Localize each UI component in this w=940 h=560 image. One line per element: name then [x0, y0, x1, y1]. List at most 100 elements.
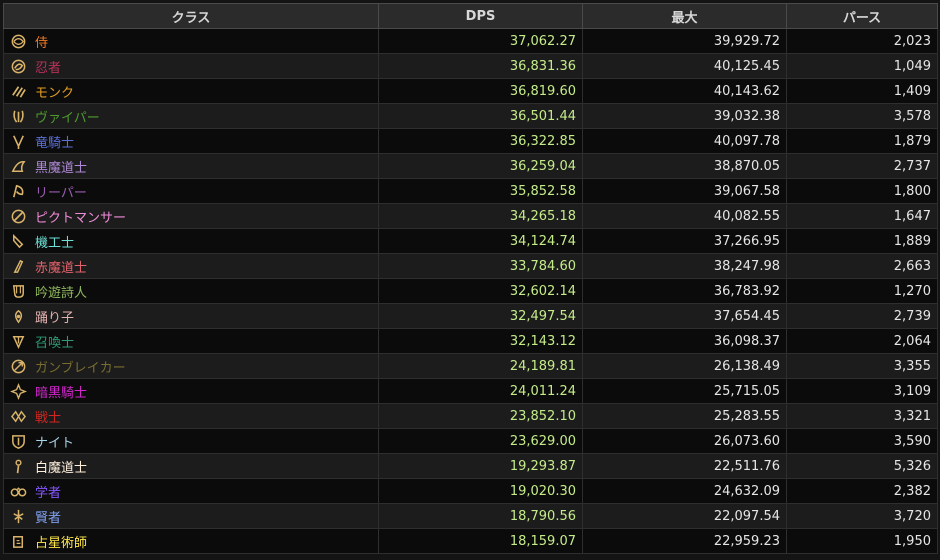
class-name[interactable]: 忍者 [35, 61, 61, 76]
max-cell: 39,032.38 [582, 103, 787, 129]
table-row[interactable]: 赤魔道士 33,784.60 38,247.98 2,663 [3, 253, 938, 279]
class-name[interactable]: リーパー [35, 186, 87, 201]
table-row[interactable]: 黒魔道士 36,259.04 38,870.05 2,737 [3, 153, 938, 179]
class-name[interactable]: ピクトマンサー [35, 211, 126, 226]
reaper-icon [10, 183, 27, 200]
class-name[interactable]: ナイト [35, 436, 74, 451]
class-name[interactable]: 黒魔道士 [35, 161, 87, 176]
paladin-icon [10, 433, 27, 450]
parses-cell: 1,879 [786, 128, 938, 154]
table-row[interactable]: ヴァイパー 36,501.44 39,032.38 3,578 [3, 103, 938, 129]
table-row[interactable]: ナイト 23,629.00 26,073.60 3,590 [3, 428, 938, 454]
dps-cell: 33,784.60 [378, 253, 583, 279]
class-cell: 賢者 [3, 503, 379, 529]
parses-cell: 1,889 [786, 228, 938, 254]
header-class[interactable]: クラス [3, 3, 379, 29]
class-name[interactable]: 侍 [35, 36, 48, 51]
black-mage-icon [10, 158, 27, 175]
table-row[interactable]: 侍 37,062.27 39,929.72 2,023 [3, 28, 938, 54]
class-cell: ナイト [3, 428, 379, 454]
job-dps-table: クラス DPS 最大 パース 侍 37,062.27 39,929.72 2,023 忍… [3, 3, 938, 554]
class-cell: 黒魔道士 [3, 153, 379, 179]
class-name[interactable]: 赤魔道士 [35, 261, 87, 276]
dps-cell: 36,501.44 [378, 103, 583, 129]
dps-cell: 32,143.12 [378, 328, 583, 354]
class-name[interactable]: モンク [35, 86, 74, 101]
table-row[interactable]: 竜騎士 36,322.85 40,097.78 1,879 [3, 128, 938, 154]
class-cell: 赤魔道士 [3, 253, 379, 279]
class-name[interactable]: 占星術師 [35, 536, 87, 551]
parses-cell: 2,663 [786, 253, 938, 279]
parses-cell: 3,321 [786, 403, 938, 429]
machinist-icon [10, 233, 27, 250]
table-row[interactable]: ピクトマンサー 34,265.18 40,082.55 1,647 [3, 203, 938, 229]
class-cell: 吟遊詩人 [3, 278, 379, 304]
parses-cell: 3,590 [786, 428, 938, 454]
table-row[interactable]: 忍者 36,831.36 40,125.45 1,049 [3, 53, 938, 79]
class-name[interactable]: 竜騎士 [35, 136, 74, 151]
table-row[interactable]: モンク 36,819.60 40,143.62 1,409 [3, 78, 938, 104]
max-cell: 25,715.05 [582, 378, 787, 404]
class-cell: 戦士 [3, 403, 379, 429]
class-cell: 機工士 [3, 228, 379, 254]
class-cell: 侍 [3, 28, 379, 54]
table-row[interactable]: ガンブレイカー 24,189.81 26,138.49 3,355 [3, 353, 938, 379]
summoner-icon [10, 333, 27, 350]
parses-cell: 2,739 [786, 303, 938, 329]
header-max[interactable]: 最大 [582, 3, 787, 29]
parses-cell: 3,355 [786, 353, 938, 379]
table-row[interactable]: リーパー 35,852.58 39,067.58 1,800 [3, 178, 938, 204]
table-row[interactable]: 賢者 18,790.56 22,097.54 3,720 [3, 503, 938, 529]
parses-cell: 1,950 [786, 528, 938, 554]
dps-cell: 32,602.14 [378, 278, 583, 304]
class-name[interactable]: 暗黒騎士 [35, 386, 87, 401]
class-name[interactable]: 吟遊詩人 [35, 286, 87, 301]
rankings-panel: クラス DPS 最大 パース 侍 37,062.27 39,929.72 2,023 忍… [3, 3, 938, 554]
dps-cell: 37,062.27 [378, 28, 583, 54]
max-cell: 40,143.62 [582, 78, 787, 104]
header-dps[interactable]: DPS [378, 3, 583, 29]
dps-cell: 23,852.10 [378, 403, 583, 429]
table-row[interactable]: 機工士 34,124.74 37,266.95 1,889 [3, 228, 938, 254]
class-cell: ヴァイパー [3, 103, 379, 129]
max-cell: 26,138.49 [582, 353, 787, 379]
max-cell: 37,266.95 [582, 228, 787, 254]
ninja-icon [10, 58, 27, 75]
parses-cell: 1,049 [786, 53, 938, 79]
table-row[interactable]: 学者 19,020.30 24,632.09 2,382 [3, 478, 938, 504]
class-cell: 忍者 [3, 53, 379, 79]
class-name[interactable]: 賢者 [35, 511, 61, 526]
class-cell: 占星術師 [3, 528, 379, 554]
gunbreaker-icon [10, 358, 27, 375]
table-row[interactable]: 踊り子 32,497.54 37,654.45 2,739 [3, 303, 938, 329]
class-cell: 暗黒騎士 [3, 378, 379, 404]
dps-cell: 34,265.18 [378, 203, 583, 229]
class-name[interactable]: 学者 [35, 486, 61, 501]
class-name[interactable]: 召喚士 [35, 336, 74, 351]
table-row[interactable]: 白魔道士 19,293.87 22,511.76 5,326 [3, 453, 938, 479]
max-cell: 24,632.09 [582, 478, 787, 504]
class-name[interactable]: 踊り子 [35, 311, 74, 326]
header-parses[interactable]: パース [786, 3, 938, 29]
table-row[interactable]: 暗黒騎士 24,011.24 25,715.05 3,109 [3, 378, 938, 404]
white-mage-icon [10, 458, 27, 475]
class-name[interactable]: 戦士 [35, 411, 61, 426]
max-cell: 40,082.55 [582, 203, 787, 229]
table-row[interactable]: 召喚士 32,143.12 36,098.37 2,064 [3, 328, 938, 354]
class-name[interactable]: 機工士 [35, 236, 74, 251]
class-cell: ガンブレイカー [3, 353, 379, 379]
class-cell: 召喚士 [3, 328, 379, 354]
viper-icon [10, 108, 27, 125]
max-cell: 36,783.92 [582, 278, 787, 304]
class-name[interactable]: ヴァイパー [35, 111, 100, 126]
class-name[interactable]: ガンブレイカー [35, 361, 126, 376]
parses-cell: 2,023 [786, 28, 938, 54]
table-row[interactable]: 吟遊詩人 32,602.14 36,783.92 1,270 [3, 278, 938, 304]
warrior-icon [10, 408, 27, 425]
dps-cell: 24,189.81 [378, 353, 583, 379]
class-name[interactable]: 白魔道士 [35, 461, 87, 476]
dark-knight-icon [10, 382, 27, 400]
table-row[interactable]: 戦士 23,852.10 25,283.55 3,321 [3, 403, 938, 429]
parses-cell: 1,647 [786, 203, 938, 229]
table-row[interactable]: 占星術師 18,159.07 22,959.23 1,950 [3, 528, 938, 554]
